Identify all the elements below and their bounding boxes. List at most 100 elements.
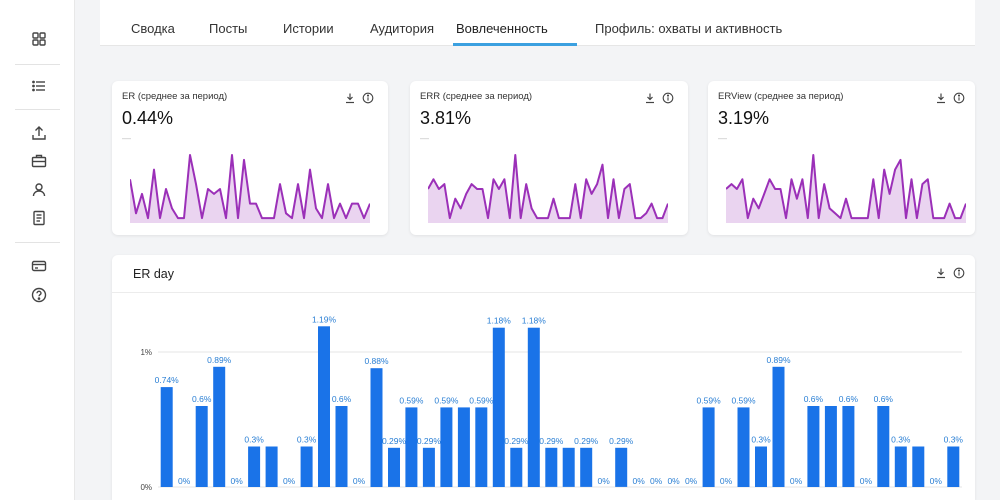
download-icon[interactable]: [935, 92, 947, 104]
dashboard-grid-icon[interactable]: [29, 29, 49, 49]
bar[interactable]: [405, 407, 418, 487]
bar-value-label: 0.74%: [155, 375, 180, 385]
bar[interactable]: [545, 447, 558, 487]
sparkline-err: [428, 154, 668, 223]
help-icon[interactable]: [29, 285, 49, 305]
bar[interactable]: [510, 447, 523, 487]
bar[interactable]: [265, 446, 278, 488]
active-tab-indicator: [453, 43, 577, 46]
bar-value-label: 0.3%: [751, 435, 771, 445]
bar-value-label: 0.89%: [766, 355, 791, 365]
bar-value-label: 0.59%: [731, 395, 756, 405]
bar[interactable]: [842, 406, 855, 487]
card-dash: —: [718, 133, 727, 143]
bar[interactable]: [475, 407, 488, 487]
bar[interactable]: [772, 366, 785, 487]
bar-value-label: 0.59%: [697, 395, 722, 405]
bar[interactable]: [335, 406, 348, 487]
bar-value-label: 1.19%: [312, 314, 337, 324]
bar[interactable]: [160, 387, 173, 487]
y-tick-label: 0%: [140, 483, 152, 492]
er-day-card: ER day 0% 1% 0.74% 0% 0.6% 0.89% 0% 0.3% 0% 0.3% 1…: [112, 255, 975, 500]
bar[interactable]: [894, 446, 907, 488]
bar-value-label: 0%: [650, 476, 663, 486]
list-icon[interactable]: [29, 76, 49, 96]
metric-card-erview: ERView (среднее за период) 3.19% —: [708, 81, 975, 235]
bar[interactable]: [213, 366, 226, 487]
bar-value-label: 1.18%: [487, 316, 512, 326]
bar-value-label: 0%: [860, 476, 873, 486]
bar[interactable]: [457, 407, 470, 487]
document-icon[interactable]: [29, 208, 49, 228]
sidebar-divider: [15, 242, 60, 243]
bar[interactable]: [755, 446, 767, 488]
bar-value-label: 0.29%: [417, 436, 442, 446]
bar-value-label: 0%: [667, 476, 680, 486]
bar[interactable]: [300, 446, 313, 488]
bar-value-label: 0.29%: [539, 436, 564, 446]
bar[interactable]: [702, 407, 715, 487]
bar[interactable]: [562, 447, 575, 487]
bar[interactable]: [947, 446, 960, 488]
bar[interactable]: [580, 447, 593, 487]
bar-value-label: 0.59%: [469, 395, 494, 405]
bar[interactable]: [195, 406, 208, 487]
bar-value-label: 0.3%: [297, 435, 317, 445]
bar-value-label: 0.59%: [434, 395, 459, 405]
tab-stories[interactable]: Истории: [283, 21, 334, 36]
bar[interactable]: [440, 407, 453, 487]
info-icon[interactable]: [662, 92, 674, 104]
bar[interactable]: [877, 406, 890, 487]
sidebar: [0, 0, 75, 500]
bar-value-label: 0.88%: [364, 356, 389, 366]
download-icon[interactable]: [344, 92, 356, 104]
bar[interactable]: [912, 446, 925, 488]
briefcase-icon[interactable]: [29, 151, 49, 171]
bar-value-label: 0%: [353, 476, 366, 486]
sidebar-divider: [15, 64, 60, 65]
bar[interactable]: [615, 447, 628, 487]
bar[interactable]: [807, 406, 820, 487]
bar-value-label: 0%: [790, 476, 803, 486]
bar[interactable]: [492, 327, 505, 487]
download-icon[interactable]: [644, 92, 656, 104]
bar-value-label: 0.59%: [399, 395, 424, 405]
bar[interactable]: [388, 447, 400, 487]
sparkline-erview: [726, 154, 966, 223]
sparkline-er: [130, 154, 370, 223]
upload-icon[interactable]: [29, 123, 49, 143]
info-icon[interactable]: [362, 92, 374, 104]
card-dash: —: [420, 133, 429, 143]
bar-value-label: 0.6%: [192, 394, 212, 404]
bar-value-label: 0%: [685, 476, 698, 486]
info-icon[interactable]: [953, 92, 965, 104]
tabs-bar: Сводка Посты Истории Аудитория Вовлеченн…: [100, 0, 975, 46]
bar-value-label: 0%: [633, 476, 646, 486]
bar-value-label: 0.29%: [504, 436, 529, 446]
card-icon[interactable]: [29, 256, 49, 276]
tab-profile-reach[interactable]: Профиль: охваты и активность: [595, 21, 782, 36]
user-icon[interactable]: [29, 180, 49, 200]
card-value: 0.44%: [122, 108, 174, 128]
bar[interactable]: [527, 327, 540, 487]
bar[interactable]: [318, 326, 330, 487]
sidebar-divider: [15, 109, 60, 110]
bar[interactable]: [422, 447, 435, 487]
bar-value-label: 0%: [930, 476, 943, 486]
bar-value-label: 0.29%: [382, 436, 407, 446]
tab-summary[interactable]: Сводка: [131, 21, 175, 36]
bar[interactable]: [824, 406, 837, 487]
tab-posts[interactable]: Посты: [209, 21, 247, 36]
bar[interactable]: [370, 368, 383, 487]
bar-value-label: 0.6%: [839, 394, 859, 404]
bar[interactable]: [248, 446, 261, 488]
bar-value-label: 0.6%: [804, 394, 824, 404]
tab-audience[interactable]: Аудитория: [370, 21, 434, 36]
bar[interactable]: [737, 407, 750, 487]
card-title: ER (среднее за период): [122, 91, 228, 102]
bar-value-label: 0.3%: [891, 435, 911, 445]
bar-value-label: 0%: [720, 476, 733, 486]
card-dash: —: [122, 133, 131, 143]
tab-engagement[interactable]: Вовлеченность: [456, 21, 548, 36]
er-day-bar-chart: 0% 1% 0.74% 0% 0.6% 0.89% 0% 0.3% 0% 0.3% 1.19% 0.6…: [140, 314, 963, 492]
